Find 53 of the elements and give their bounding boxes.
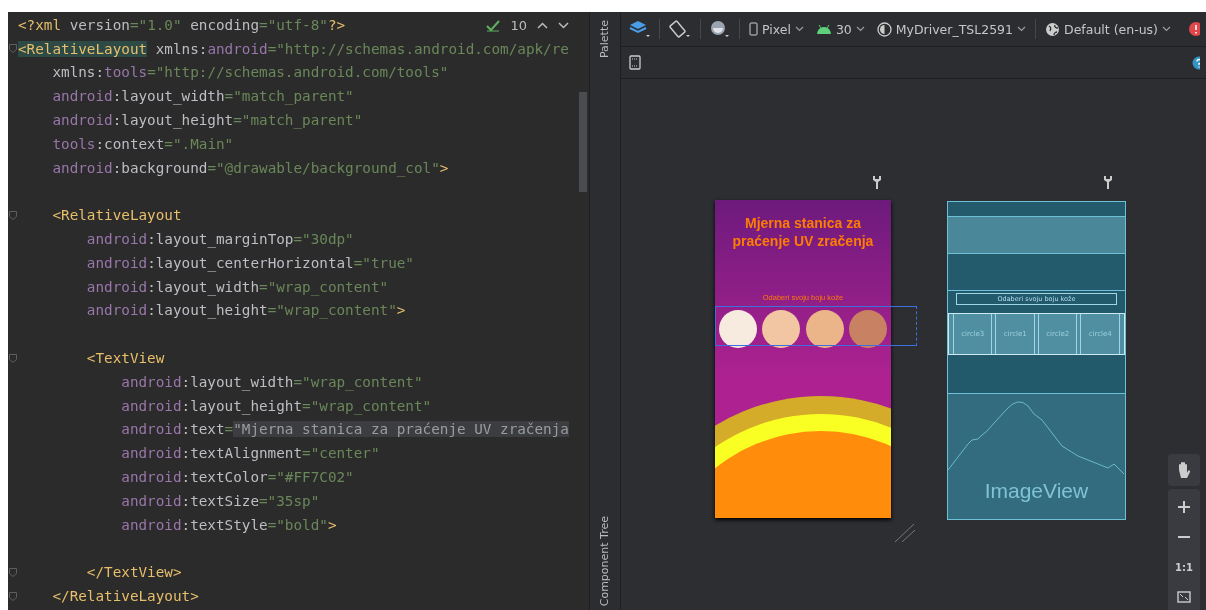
code-line: android:layout_width="wrap_content" xyxy=(85,278,389,295)
error-icon[interactable] xyxy=(1186,21,1200,37)
android-icon xyxy=(815,24,832,34)
chevron-down-icon xyxy=(1017,26,1027,32)
chevron-up-icon[interactable] xyxy=(537,22,548,29)
code-line: android:layout_height="wrap_content" xyxy=(120,397,432,414)
code-line: <TextView xyxy=(85,350,165,367)
pan-hand-icon[interactable] xyxy=(1167,454,1200,486)
skin-tone-circle[interactable] xyxy=(718,310,757,348)
inspection-count[interactable]: 10 xyxy=(510,18,527,33)
device-dropdown[interactable]: Pixel xyxy=(745,19,807,39)
code-line: </TextView> xyxy=(85,564,182,581)
chevron-down-icon xyxy=(1162,26,1171,32)
code-line: <?xml version="1.0" encoding="utf-8"?> xyxy=(18,16,346,33)
skin-tone-circle[interactable] xyxy=(762,310,801,348)
code-line: <RelativeLayout xmlns:android="http://schemas.android.com/apk/re xyxy=(18,40,569,57)
code-line: android:textAlignment="center" xyxy=(120,445,380,462)
code-line: xmlns:tools="http://schemas.android.com/tools" xyxy=(51,64,449,81)
scrollbar-thumb[interactable] xyxy=(579,92,587,192)
code-line: android:text="Mjerna stanica za praćenje UV zračenja xyxy=(120,421,569,438)
code-line: android:background="@drawable/background_col"> xyxy=(51,159,449,176)
app-title: Mjerna stanica za praćenje UV zračenja xyxy=(731,214,875,250)
code-line: android:textStyle="bold"> xyxy=(120,516,337,533)
code-line: tools:context=".Main" xyxy=(51,135,234,152)
code-line: android:textSize="35sp" xyxy=(120,492,320,509)
chevron-down-icon xyxy=(794,26,804,32)
code-line: android:layout_width="match_parent" xyxy=(51,88,354,105)
resize-handle-icon[interactable] xyxy=(893,523,916,543)
half-circle-icon xyxy=(876,21,892,37)
code-line: android:layout_height="match_parent" xyxy=(51,112,363,129)
component-tree-tab[interactable]: Component Tree xyxy=(598,515,612,606)
code-line: android:layout_marginTop="30dp" xyxy=(85,231,354,248)
code-line: </RelativeLayout> xyxy=(51,588,199,604)
actual-size-button[interactable]: 1:1 xyxy=(1169,555,1198,579)
phone-icon xyxy=(748,22,758,36)
help-icon[interactable] xyxy=(1190,55,1200,70)
code-line: android:layout_width="wrap_content" xyxy=(120,373,423,390)
skin-tone-circle[interactable] xyxy=(805,310,844,348)
palette-tab[interactable]: Palette xyxy=(598,20,612,59)
blueprint-icon[interactable] xyxy=(626,53,643,72)
code-line: <RelativeLayout xyxy=(51,207,182,224)
api-level-dropdown[interactable]: 30 xyxy=(812,19,868,39)
wrench-icon[interactable] xyxy=(871,175,882,189)
globe-icon xyxy=(1045,21,1061,37)
code-line: android:layout_centerHorizontal="true" xyxy=(85,254,414,271)
code-line: android:layout_height="wrap_content"> xyxy=(85,302,406,319)
check-icon xyxy=(486,19,501,32)
locale-dropdown[interactable]: Default (en-us) xyxy=(1042,19,1174,39)
code-line: android:textColor="#FF7C02" xyxy=(120,469,354,486)
theme-dropdown[interactable]: MyDriver_TSL2591 xyxy=(873,19,1030,39)
chevron-down-icon[interactable] xyxy=(558,22,569,29)
chevron-down-icon xyxy=(855,26,865,32)
wrench-icon[interactable] xyxy=(1102,175,1113,189)
